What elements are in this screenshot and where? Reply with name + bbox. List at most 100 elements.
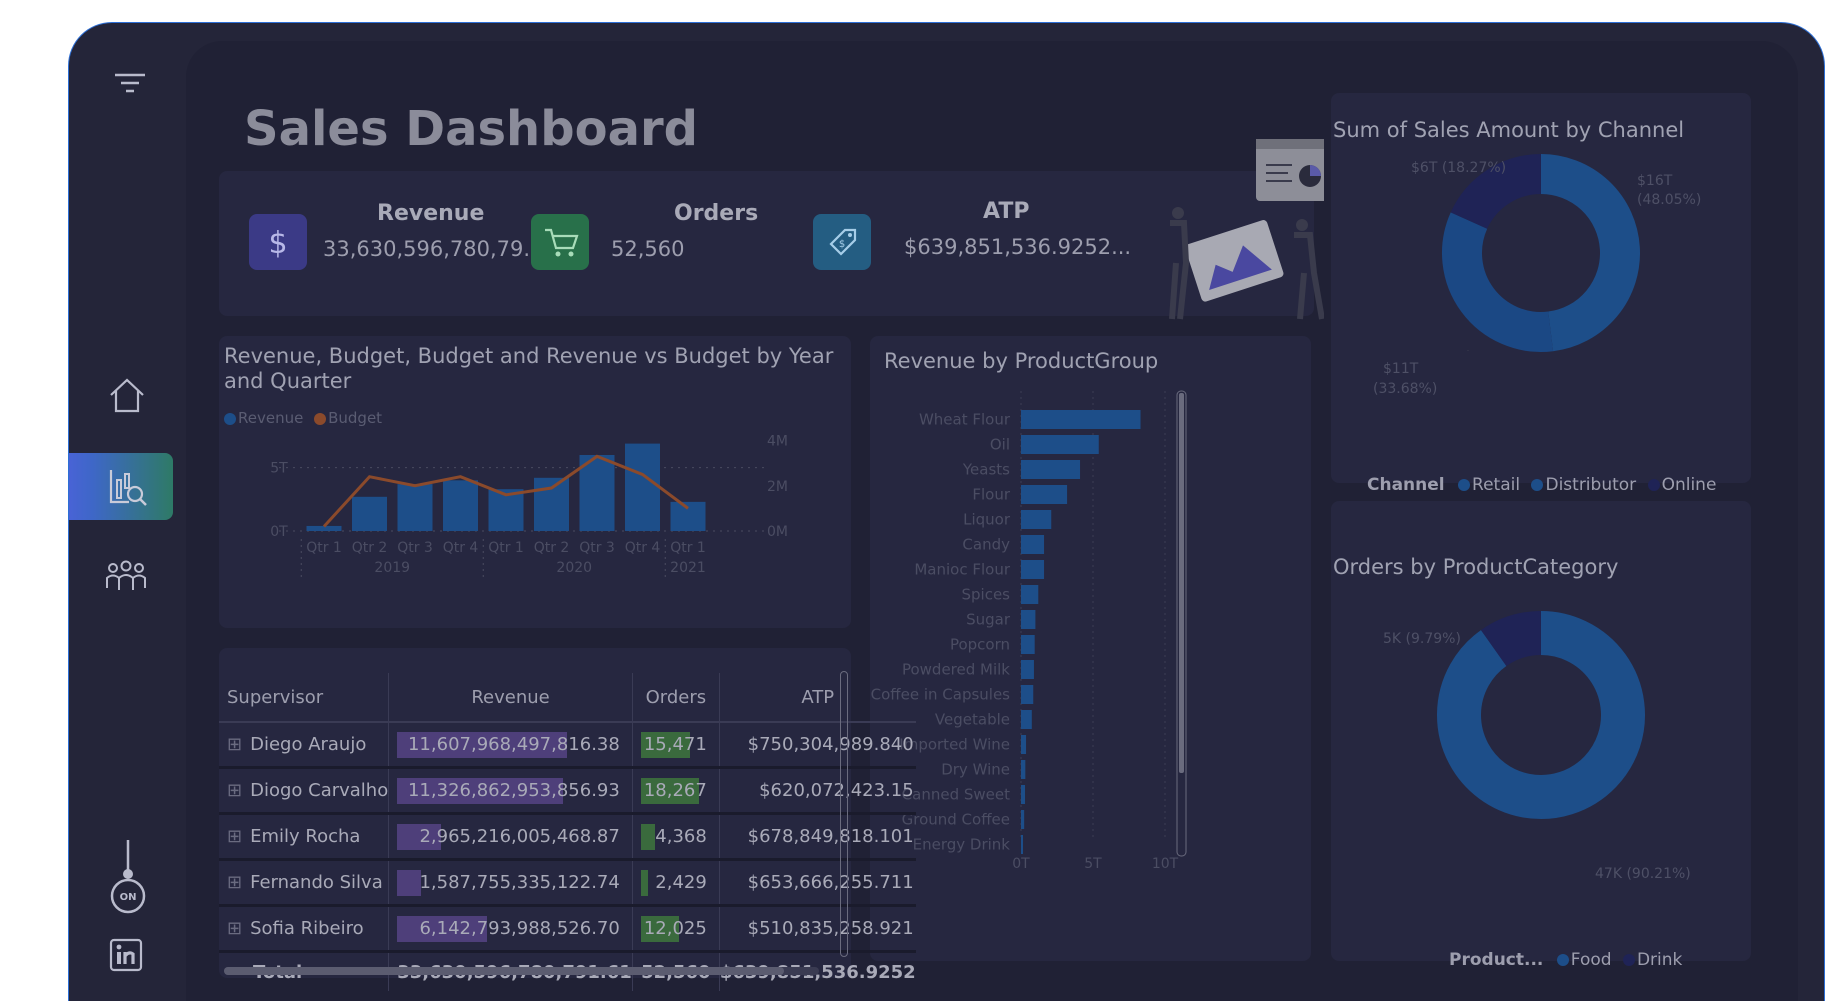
productgroup-bar[interactable] (1021, 835, 1023, 854)
category-donut-title: Orders by ProductCategory (1333, 555, 1619, 579)
category-label: Spices (961, 586, 1010, 604)
table-horizontal-scrollbar[interactable] (224, 967, 819, 975)
col-header-revenue[interactable]: Revenue (388, 673, 633, 722)
power-on-icon[interactable]: ON (107, 838, 149, 916)
productgroup-bar[interactable] (1021, 660, 1034, 679)
channel-legend: Channel Retail Distributor Online (1367, 475, 1716, 495)
category-label: Liquor (963, 511, 1011, 529)
revenue-bar[interactable] (352, 496, 387, 531)
expand-icon[interactable]: ⊞ (227, 872, 242, 893)
y-left-tick: 0T (270, 524, 288, 540)
productgroup-bar[interactable] (1021, 460, 1081, 479)
supervisor-name: Diego Araujo (250, 734, 367, 755)
linkedin-icon[interactable] (109, 938, 143, 972)
productgroup-bar[interactable] (1021, 435, 1099, 454)
table-row[interactable]: ⊞ Emily Rocha 2,965,216,005,468.87 4,368 $67… (219, 813, 916, 861)
col-header-supervisor[interactable]: Supervisor (219, 673, 390, 722)
x-quarter-label: Qtr 3 (397, 540, 433, 556)
category-label: Flour (972, 486, 1010, 504)
chart-scrollbar-thumb[interactable] (1179, 393, 1184, 773)
revenue-bar[interactable] (443, 480, 478, 531)
expand-icon[interactable]: ⊞ (227, 780, 242, 801)
productgroup-bar[interactable] (1021, 710, 1032, 729)
productgroup-bar[interactable] (1021, 610, 1036, 629)
atp-value: $510,835,258.921 (747, 918, 914, 939)
revenue-databar (397, 869, 421, 896)
productgroup-bar[interactable] (1021, 535, 1045, 554)
dollar-icon: $ (249, 214, 307, 270)
category-label: Candy (962, 536, 1010, 554)
kpi-atp-value: $639,851,536.9252... (904, 235, 1132, 259)
table-vertical-scrollbar[interactable] (840, 671, 848, 957)
cart-icon (531, 214, 589, 270)
orders-value: 12,025 (643, 917, 707, 939)
kpi-orders-label: Orders (674, 201, 759, 226)
x-quarter-label: Qtr 4 (625, 540, 661, 556)
productgroup-bar[interactable] (1021, 685, 1034, 704)
table-row[interactable]: ⊞ Diego Araujo 11,607,968,497,816.38 15,471… (219, 722, 916, 769)
table-row[interactable]: ⊞ Fernando Silva 1,587,755,335,122.74 2,429… (219, 859, 916, 907)
category-label: Canned Sweet (902, 786, 1010, 804)
legend-online-swatch (1647, 479, 1660, 491)
kpi-revenue-value: 33,630,596,780,79... (323, 237, 544, 261)
revenue-bar[interactable] (534, 477, 569, 531)
report-frame: ON Sales Dashboard $ Revenue 33,630,596,… (68, 22, 1825, 1001)
orders-databar (640, 823, 655, 850)
revenue-bar[interactable] (625, 443, 660, 531)
label-distributor-line2: (33.68%) (1373, 381, 1437, 397)
table-row[interactable]: ⊞ Sofia Ribeiro 6,142,793,988,526.70 12,025… (219, 905, 916, 953)
category-label: Manioc Flour (914, 561, 1010, 579)
revenue-bar[interactable] (670, 501, 706, 531)
category-donut-chart: 5K (9.79%) 47K (90.21%) (1383, 611, 1691, 882)
supervisor-table: Supervisor Revenue Orders ATP ⊞ Diego Ara… (219, 673, 916, 991)
productgroup-bar[interactable] (1021, 485, 1068, 504)
productgroup-bar[interactable] (1021, 735, 1027, 754)
report-search-icon[interactable] (107, 466, 149, 508)
productgroup-bar[interactable] (1021, 785, 1026, 804)
category-label: Ground Coffee (902, 811, 1010, 829)
productgroup-bar-chart: 0T 5T 10T Wheat Flour Oil Yeasts Flour Liquor Ca… (871, 390, 1187, 872)
people-icon[interactable] (105, 558, 147, 596)
combo-chart-legend: Revenue Budget (224, 409, 382, 427)
productgroup-bar[interactable] (1021, 635, 1035, 654)
legend-distributor-label: Distributor (1545, 475, 1637, 495)
x-tick: 5T (1084, 856, 1102, 872)
filter-icon[interactable] (113, 71, 147, 97)
revenue-bar[interactable] (306, 525, 342, 531)
productgroup-bar[interactable] (1021, 510, 1052, 529)
col-header-orders[interactable]: Orders (632, 673, 720, 722)
legend-distributor-swatch (1531, 479, 1544, 491)
col-header-atp[interactable]: ATP (719, 673, 915, 722)
x-quarter-label: Qtr 2 (534, 540, 570, 556)
x-quarter-label: Qtr 1 (670, 540, 706, 556)
productgroup-bar[interactable] (1021, 560, 1045, 579)
expand-icon[interactable]: ⊞ (227, 826, 242, 847)
x-year-label: 2020 (556, 560, 592, 576)
category-legend-title: Product... (1449, 950, 1544, 970)
label-retail-line2: (48.05%) (1637, 192, 1701, 208)
expand-icon[interactable]: ⊞ (227, 918, 242, 939)
productgroup-bar[interactable] (1021, 585, 1039, 604)
category-label: Wheat Flour (919, 411, 1011, 429)
expand-icon[interactable]: ⊞ (227, 734, 242, 755)
x-quarter-label: Qtr 1 (306, 540, 342, 556)
home-icon[interactable] (107, 375, 147, 415)
donut-slice-online (1450, 154, 1542, 230)
category-label: Oil (990, 436, 1010, 454)
x-quarter-label: Qtr 2 (352, 540, 388, 556)
legend-revenue-swatch (224, 412, 236, 425)
label-retail-line1: $16T (1637, 173, 1673, 189)
productgroup-bar[interactable] (1021, 410, 1141, 429)
x-quarter-label: Qtr 3 (579, 540, 615, 556)
y-left-tick: 5T (270, 461, 288, 477)
productgroup-bar[interactable] (1021, 760, 1026, 779)
svg-text:$: $ (268, 226, 287, 261)
productgroup-bar[interactable] (1021, 810, 1025, 829)
revenue-value: 2,965,216,005,468.87 (419, 825, 620, 847)
category-label: Yeasts (962, 461, 1010, 479)
combo-chart: 5T 0T 4M 2M 0M Qtr 1 Qtr 2 Qtr 3 Qtr 4 Qtr 1 Qtr 2… (270, 434, 788, 581)
table-row[interactable]: ⊞ Diogo Carvalho 11,326,862,953,856.93 18,2… (219, 767, 916, 815)
revenue-bar[interactable] (397, 484, 433, 531)
category-legend: Product... Food Drink (1449, 950, 1682, 970)
x-quarter-label: Qtr 1 (488, 540, 524, 556)
